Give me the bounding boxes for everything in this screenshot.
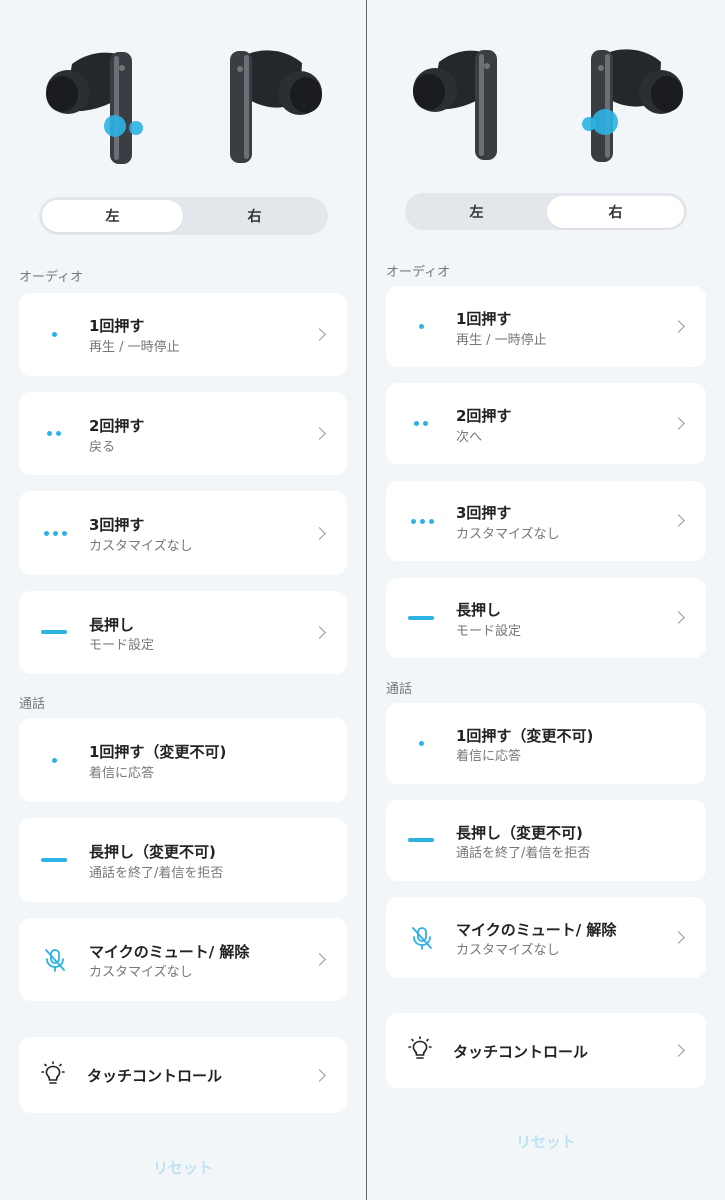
chevron-right-icon <box>672 931 685 944</box>
single-dot-icon <box>406 316 436 336</box>
audio-double-press-card[interactable]: 2回押す 次へ <box>386 383 706 464</box>
call-single-press-card: 1回押す（変更不可) 着信に応答 <box>19 718 347 802</box>
call-long-press-card: 長押し（変更不可) 通話を終了/着信を拒否 <box>19 818 347 902</box>
card-title: マイクのミュート/ 解除 <box>89 943 250 961</box>
card-subtitle: モード設定 <box>456 624 522 639</box>
card-title: 1回押す <box>456 310 512 328</box>
long-press-icon <box>39 850 69 870</box>
card-title: 1回押す（変更不可) <box>456 727 594 745</box>
chevron-right-icon <box>672 514 685 527</box>
audio-single-press-card[interactable]: 1回押す 再生 / 一時停止 <box>19 293 347 376</box>
double-dot-icon <box>39 423 69 443</box>
audio-triple-press-card[interactable]: 3回押す カスタマイズなし <box>19 491 347 575</box>
card-subtitle: 次へ <box>456 430 483 445</box>
mic-mute-icon <box>408 924 436 952</box>
audio-triple-press-card[interactable]: 3回押す カスタマイズなし <box>386 481 706 561</box>
earbud-selector: 左 右 <box>405 193 687 230</box>
audio-section-label: オーディオ <box>19 270 84 285</box>
touch-control-label: タッチコントロール <box>87 1067 223 1085</box>
long-press-icon <box>39 622 69 642</box>
reset-button[interactable]: リセット <box>367 1131 725 1152</box>
card-title: 3回押す <box>456 504 512 522</box>
card-subtitle: モード設定 <box>89 638 155 653</box>
card-subtitle: 戻る <box>89 440 116 455</box>
card-subtitle: 再生 / 一時停止 <box>89 340 180 355</box>
right-earbud-image <box>577 44 689 164</box>
single-dot-icon <box>39 750 69 770</box>
card-subtitle: 着信に応答 <box>89 766 155 781</box>
long-press-icon <box>406 830 436 850</box>
audio-section-label: オーディオ <box>386 265 451 280</box>
chevron-right-icon <box>313 953 326 966</box>
touch-control-card[interactable]: タッチコントロール <box>386 1013 706 1088</box>
call-section-label: 通話 <box>19 697 46 712</box>
tab-left[interactable]: 左 <box>42 200 183 232</box>
card-subtitle: カスタマイズなし <box>89 965 193 980</box>
lightbulb-icon <box>39 1061 67 1089</box>
card-subtitle: 再生 / 一時停止 <box>456 333 547 348</box>
triple-dot-icon <box>37 523 73 543</box>
triple-dot-icon <box>404 511 440 531</box>
right-earbud-image <box>218 45 328 165</box>
earbud-selector: 左 右 <box>39 197 328 235</box>
card-subtitle: 着信に応答 <box>456 749 522 764</box>
reset-button[interactable]: リセット <box>0 1157 366 1178</box>
chevron-right-icon <box>672 1044 685 1057</box>
card-title: 長押し <box>456 601 502 619</box>
right-earbud-settings-panel: 左 右 オーディオ 1回押す 再生 / 一時停止 2回押す 次へ 3回押す カス… <box>367 0 725 1200</box>
chevron-right-icon <box>313 527 326 540</box>
lightbulb-icon <box>406 1036 434 1064</box>
card-title: 長押し <box>89 616 135 634</box>
chevron-right-icon <box>313 1069 326 1082</box>
tab-right[interactable]: 右 <box>184 200 325 232</box>
mic-mute-icon <box>41 946 69 974</box>
touch-control-label: タッチコントロール <box>453 1043 589 1061</box>
card-subtitle: カスタマイズなし <box>456 943 560 958</box>
card-subtitle: カスタマイズなし <box>89 539 193 554</box>
long-press-icon <box>406 608 436 628</box>
card-subtitle: 通話を終了/着信を拒否 <box>89 866 224 881</box>
chevron-right-icon <box>672 417 685 430</box>
left-earbud-image <box>42 48 152 166</box>
card-title: 1回押す（変更不可) <box>89 743 227 761</box>
double-dot-icon <box>406 413 436 433</box>
call-single-press-card: 1回押す（変更不可) 着信に応答 <box>386 703 706 784</box>
card-title: 3回押す <box>89 516 145 534</box>
card-title: 長押し（変更不可) <box>456 824 583 842</box>
single-dot-icon <box>406 733 436 753</box>
tab-right[interactable]: 右 <box>547 196 684 228</box>
mic-mute-card[interactable]: マイクのミュート/ 解除 カスタマイズなし <box>386 897 706 978</box>
audio-single-press-card[interactable]: 1回押す 再生 / 一時停止 <box>386 286 706 367</box>
chevron-right-icon <box>313 626 326 639</box>
chevron-right-icon <box>313 427 326 440</box>
audio-long-press-card[interactable]: 長押し モード設定 <box>19 591 347 674</box>
card-title: 2回押す <box>89 417 145 435</box>
call-long-press-card: 長押し（変更不可) 通話を終了/着信を拒否 <box>386 800 706 881</box>
chevron-right-icon <box>313 328 326 341</box>
single-dot-icon <box>39 324 69 344</box>
mic-mute-card[interactable]: マイクのミュート/ 解除 カスタマイズなし <box>19 918 347 1001</box>
audio-long-press-card[interactable]: 長押し モード設定 <box>386 578 706 658</box>
tab-left[interactable]: 左 <box>408 196 545 228</box>
touch-control-card[interactable]: タッチコントロール <box>19 1037 347 1113</box>
card-title: 1回押す <box>89 317 145 335</box>
card-title: 長押し（変更不可) <box>89 843 216 861</box>
card-subtitle: 通話を終了/着信を拒否 <box>456 846 591 861</box>
audio-double-press-card[interactable]: 2回押す 戻る <box>19 392 347 475</box>
card-title: 2回押す <box>456 407 512 425</box>
chevron-right-icon <box>672 320 685 333</box>
call-section-label: 通話 <box>386 682 413 697</box>
card-subtitle: カスタマイズなし <box>456 527 560 542</box>
chevron-right-icon <box>672 611 685 624</box>
card-title: マイクのミュート/ 解除 <box>456 921 617 939</box>
left-earbud-settings-panel: 左 右 オーディオ 1回押す 再生 / 一時停止 2回押す 戻る 3回押す カス… <box>0 0 366 1200</box>
left-earbud-image <box>409 46 515 162</box>
